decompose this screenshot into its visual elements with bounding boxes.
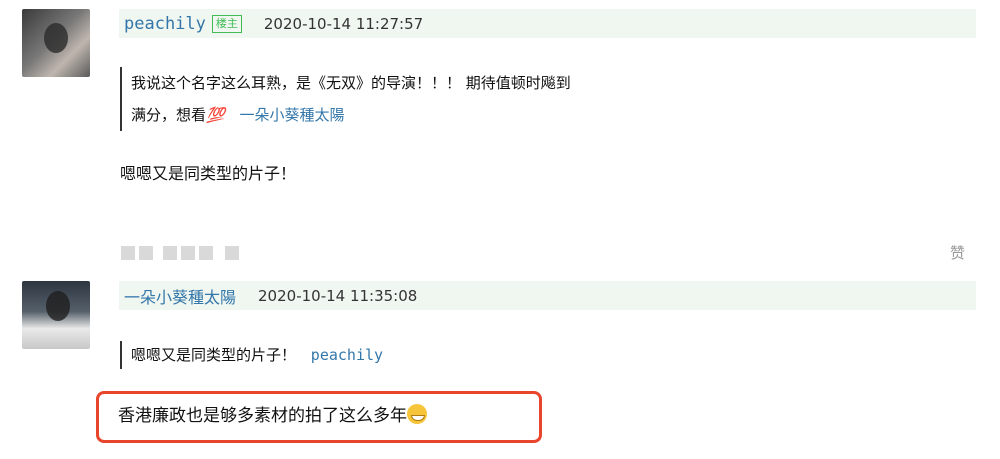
timestamp: 2020-10-14 11:27:57 [263, 14, 424, 33]
quoted-text: 我说这个名字这么耳熟，是《无双》的导演！！！ 期待值顿时飚到 满分，想看💯 一朵… [120, 67, 771, 131]
quote-line: 我说这个名字这么耳熟，是《无双》的导演！！！ 期待值顿时飚到 [131, 74, 571, 92]
username-link[interactable]: 一朵小葵種太陽 [124, 284, 236, 308]
hundred-points-icon: 💯 [206, 106, 225, 124]
comment-header: peachily 楼主 2020-10-14 11:27:57 [119, 9, 976, 38]
quote-author-link[interactable]: 一朵小葵種太陽 [239, 106, 344, 124]
redacted-actions [121, 246, 239, 260]
avatar-peachily[interactable] [22, 9, 90, 77]
quote-line-text: 满分，想看 [131, 106, 207, 124]
timestamp: 2020-10-14 11:35:08 [258, 286, 418, 305]
quote-line: 满分，想看💯 一朵小葵種太陽 [131, 99, 771, 131]
highlight-box [96, 391, 542, 443]
like-button[interactable]: 赞 [950, 242, 965, 263]
username-link[interactable]: peachily [124, 14, 206, 34]
avatar-sunflower[interactable] [22, 281, 90, 349]
reply-text: 嗯嗯又是同类型的片子！ [120, 164, 297, 183]
quoted-text: 嗯嗯又是同类型的片子！ peachily [120, 341, 383, 369]
quote-line-text: 嗯嗯又是同类型的片子！ [131, 346, 297, 364]
quote-author-link[interactable]: peachily [311, 346, 383, 364]
op-badge: 楼主 [211, 14, 242, 33]
comment-header: 一朵小葵種太陽 2020-10-14 11:35:08 [119, 281, 976, 310]
